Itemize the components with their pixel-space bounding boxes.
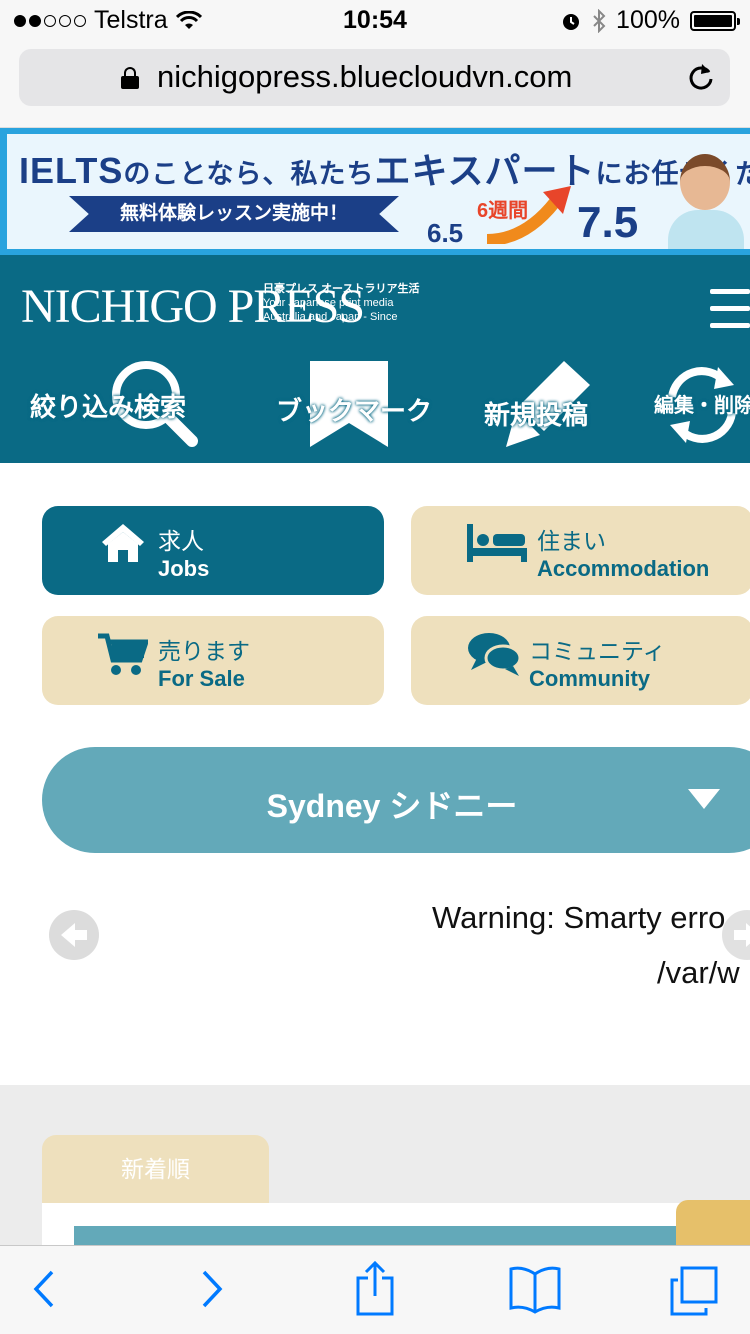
bluetooth-icon (593, 8, 606, 33)
status-bar: Telstra 10:54 100% (0, 0, 750, 40)
cart-icon (98, 633, 148, 675)
region-select[interactable]: Sydney シドニー (42, 747, 750, 853)
status-right: 100% (560, 6, 740, 35)
category-community[interactable]: コミュニティ Community (411, 616, 750, 705)
nav-bookmark[interactable]: ブックマーク (276, 357, 432, 447)
arrow-right-icon (734, 923, 750, 947)
category-jobs[interactable]: 求人 Jobs (42, 506, 384, 595)
battery-label: 100% (616, 6, 680, 34)
ad-banner[interactable]: IELTSのことなら、私たちエキスパートにお任せください 無料体験レッスン実施中… (0, 128, 750, 255)
browser-address-area: nichigopress.bluecloudvn.com (0, 40, 750, 128)
logo-tagline: 日豪プレス オーストラリア生活 Your Japanese print medi… (263, 283, 420, 323)
back-icon[interactable] (30, 1264, 60, 1314)
warning-text-line2: /var/w (657, 955, 740, 990)
category-for-sale[interactable]: 売ります For Sale (42, 616, 384, 705)
ad-title: IELTSのことなら、私たちエキスパートにお任せください (19, 150, 750, 191)
reload-icon[interactable] (687, 62, 715, 92)
nav-new-post[interactable]: 新規投稿 (484, 357, 604, 447)
address-bar[interactable]: nichigopress.bluecloudvn.com (19, 49, 730, 106)
share-icon[interactable] (354, 1260, 396, 1316)
battery-icon (690, 10, 740, 31)
nav-edit-delete[interactable]: 編集・削除 (654, 357, 750, 447)
alarm-icon (563, 13, 580, 30)
home-icon (102, 524, 144, 562)
ad-score-to: 7.5 (577, 198, 639, 247)
chat-icon (468, 633, 521, 676)
dropdown-arrow-icon (688, 789, 720, 809)
tab-newest[interactable]: 新着順 (42, 1135, 269, 1205)
warning-text-line1: Warning: Smarty erro (432, 900, 726, 935)
ad-score-from: 6.5 (427, 218, 464, 248)
rising-arrow-icon (486, 186, 571, 244)
forward-icon[interactable] (196, 1264, 226, 1314)
bookmarks-icon[interactable] (508, 1264, 562, 1314)
url-text[interactable]: nichigopress.bluecloudvn.com (157, 59, 572, 95)
ad-banner-inner: IELTSのことなら、私たちエキスパートにお任せください 無料体験レッスン実施中… (7, 134, 750, 249)
nav-filter-search[interactable]: 絞り込み検索 (30, 357, 240, 447)
ad-ribbon: 無料体験レッスン実施中！ (69, 196, 399, 232)
lock-icon (121, 67, 139, 89)
menu-icon[interactable] (710, 289, 750, 340)
carousel-next-button[interactable] (722, 910, 750, 960)
tabs-icon[interactable] (668, 1266, 720, 1318)
ad-person-image (662, 148, 746, 249)
carousel-prev-button[interactable] (49, 910, 99, 960)
region-label: Sydney シドニー (266, 788, 518, 824)
browser-toolbar (0, 1245, 750, 1334)
bed-icon (467, 524, 527, 562)
arrow-left-icon (61, 923, 87, 947)
category-accommodation[interactable]: 住まい Accommodation (411, 506, 750, 595)
site-header: NICHIGO PRESS 日豪プレス オーストラリア生活 Your Japan… (0, 255, 750, 463)
